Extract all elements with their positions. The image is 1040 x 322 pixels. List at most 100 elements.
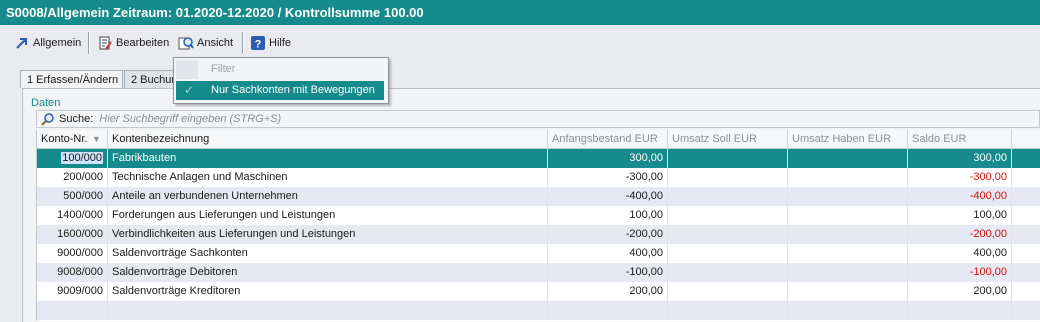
cell-anfangsbestand-value: -100,00 — [625, 266, 663, 278]
cell-filler — [1012, 225, 1040, 244]
cell-anfangsbestand: 200,00 — [548, 282, 668, 301]
panel-legend: Daten — [29, 97, 63, 109]
menu-item-label: Filter — [211, 63, 236, 75]
menu-item-label: Nur Sachkonten mit Bewegungen — [211, 84, 375, 96]
arrow-up-right-icon — [14, 35, 30, 51]
search-input[interactable]: Hier Suchbegriff eingeben (STRG+S) — [99, 113, 281, 125]
magnifier-view-icon — [178, 35, 194, 51]
ansicht-button[interactable]: Ansicht — [178, 32, 233, 54]
bearbeiten-label: Bearbeiten — [116, 37, 170, 49]
cell-konto: 100/000 — [37, 149, 108, 168]
cell-anfangsbestand-value: 200,00 — [629, 285, 663, 297]
cell-filler — [1012, 282, 1040, 301]
cell-bezeichnung-value: Anteile an verbundenen Unternehmen — [112, 190, 298, 202]
cell-bezeichnung: Saldenvorträge Debitoren — [108, 263, 548, 282]
cell-anfangsbestand: 100,00 — [548, 206, 668, 225]
cell-saldo-value: -400,00 — [969, 190, 1007, 202]
search-bar[interactable]: Suche: Hier Suchbegriff eingeben (STRG+S… — [36, 110, 1040, 128]
cell-bezeichnung-value: Fabrikbauten — [112, 152, 177, 164]
column-header-label: Konto-Nr. — [41, 133, 88, 145]
cell-umsatz-soll — [668, 149, 788, 168]
cell-umsatz-soll — [668, 263, 788, 282]
menu-item-filter[interactable]: Filter — [176, 60, 384, 79]
bearbeiten-button[interactable]: Bearbeiten — [97, 32, 169, 54]
cell-umsatz-soll — [668, 187, 788, 206]
cell-umsatz-haben — [788, 225, 908, 244]
cell-saldo-value: -300,00 — [969, 171, 1007, 183]
table-row[interactable]: 9009/000 Saldenvorträge Kreditoren 200,00 2… — [37, 282, 1040, 301]
search-icon — [41, 112, 55, 126]
cell-umsatz-haben — [788, 263, 908, 282]
column-header-umsatz-haben[interactable]: Umsatz Haben EUR — [788, 130, 908, 149]
cell-bezeichnung-value: Saldenvorträge Debitoren — [112, 266, 238, 278]
cell-anfangsbestand-value: -200,00 — [625, 228, 663, 240]
cell-konto: 200/000 — [37, 168, 108, 187]
allgemein-label: Allgemein — [33, 37, 82, 49]
cell-bezeichnung-value: Saldenvorträge Sachkonten — [112, 247, 248, 259]
accounts-table: Konto-Nr. ▼ Kontenbezeichnung Anfangsbes… — [36, 130, 1040, 321]
table-row[interactable]: 100/000 Fabrikbauten 300,00 300,00 — [37, 149, 1040, 168]
help-icon: ? — [250, 35, 266, 51]
hilfe-button[interactable]: ? Hilfe — [250, 32, 291, 54]
hilfe-label: Hilfe — [269, 37, 292, 49]
cell-konto-value: 1600/000 — [57, 228, 103, 240]
cell-umsatz-haben — [788, 187, 908, 206]
empty-cell — [908, 301, 1012, 320]
column-header-filler — [1012, 130, 1040, 149]
table-row[interactable]: 200/000 Technische Anlagen und Maschinen -… — [37, 168, 1040, 187]
cell-filler — [1012, 168, 1040, 187]
cell-saldo-value: 300,00 — [973, 152, 1007, 164]
cell-bezeichnung: Fabrikbauten — [108, 149, 548, 168]
cell-konto: 1400/000 — [37, 206, 108, 225]
cell-filler — [1012, 149, 1040, 168]
cell-anfangsbestand-value: 300,00 — [629, 152, 663, 164]
cell-umsatz-soll — [668, 168, 788, 187]
cell-konto: 9008/000 — [37, 263, 108, 282]
cell-saldo-value: 200,00 — [973, 285, 1007, 297]
empty-cell — [37, 301, 108, 320]
cell-anfangsbestand: 400,00 — [548, 244, 668, 263]
svg-text:?: ? — [255, 39, 262, 51]
table-row[interactable]: 9008/000 Saldenvorträge Debitoren -100,00 -… — [37, 263, 1040, 282]
column-header-konto[interactable]: Konto-Nr. ▼ — [37, 130, 108, 149]
cell-bezeichnung-value: Verbindlichkeiten aus Lieferungen und Le… — [112, 228, 356, 240]
menu-item-nur-sachkonten[interactable]: ✓ Nur Sachkonten mit Bewegungen — [176, 81, 384, 100]
column-header-anfangsbestand[interactable]: Anfangsbestand EUR — [548, 130, 668, 149]
cell-konto: 9009/000 — [37, 282, 108, 301]
column-header-umsatz-soll[interactable]: Umsatz Soll EUR — [668, 130, 788, 149]
cell-umsatz-haben — [788, 244, 908, 263]
column-header-bezeichnung[interactable]: Kontenbezeichnung — [108, 130, 548, 149]
table-row[interactable]: 1600/000 Verbindlichkeiten aus Lieferunge… — [37, 225, 1040, 244]
cell-umsatz-haben — [788, 206, 908, 225]
column-header-saldo[interactable]: Saldo EUR — [908, 130, 1012, 149]
cell-saldo-value: -200,00 — [969, 228, 1007, 240]
cell-umsatz-haben — [788, 149, 908, 168]
cell-bezeichnung: Anteile an verbundenen Unternehmen — [108, 187, 548, 206]
cell-saldo: -100,00 — [908, 263, 1012, 282]
empty-cell — [668, 301, 788, 320]
cell-saldo: 300,00 — [908, 149, 1012, 168]
cell-anfangsbestand: -200,00 — [548, 225, 668, 244]
cell-saldo-value: -100,00 — [969, 266, 1007, 278]
empty-cell — [1012, 301, 1040, 320]
sort-down-icon: ▼ — [92, 134, 101, 144]
cell-filler — [1012, 263, 1040, 282]
menu-gutter — [176, 60, 198, 79]
cell-umsatz-soll — [668, 225, 788, 244]
cell-anfangsbestand-value: -300,00 — [625, 171, 663, 183]
allgemein-button[interactable]: Allgemein — [14, 32, 81, 54]
cell-konto-value: 200/000 — [63, 171, 103, 183]
tab-label: 2 Buchun — [131, 74, 178, 86]
cell-filler — [1012, 244, 1040, 263]
cell-bezeichnung: Verbindlichkeiten aus Lieferungen und Le… — [108, 225, 548, 244]
toolbar-separator — [242, 32, 244, 54]
cell-filler — [1012, 187, 1040, 206]
cell-anfangsbestand-value: 100,00 — [629, 209, 663, 221]
table-row[interactable]: 1400/000 Forderungen aus Lieferungen und … — [37, 206, 1040, 225]
edit-document-icon — [97, 35, 113, 51]
table-row[interactable]: 9000/000 Saldenvorträge Sachkonten 400,00 4… — [37, 244, 1040, 263]
ansicht-label: Ansicht — [197, 37, 234, 49]
cell-saldo: 100,00 — [908, 206, 1012, 225]
tab-erfassen[interactable]: 1 Erfassen/Ändern — [20, 70, 123, 88]
table-row[interactable]: 500/000 Anteile an verbundenen Unternehme… — [37, 187, 1040, 206]
